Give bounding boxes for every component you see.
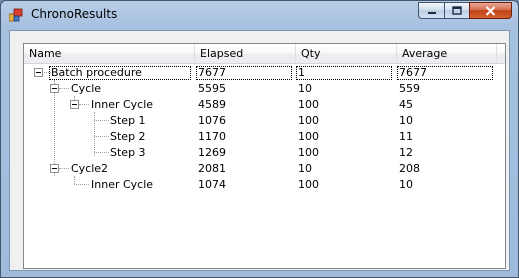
- row-qty: 100: [298, 98, 319, 111]
- row-elapsed: 5595: [198, 82, 226, 95]
- tree-row[interactable]: Inner Cycle 4589 100 45: [24, 97, 505, 113]
- row-name: Step 3: [110, 146, 146, 159]
- caption-buttons: [418, 2, 512, 20]
- row-elapsed: 2081: [198, 162, 226, 175]
- minimize-icon: [427, 11, 436, 14]
- app-icon: [9, 8, 23, 22]
- app-window: ChronoResults Name Elapsed Qty Average B…: [0, 0, 519, 278]
- column-header-elapsed[interactable]: Elapsed: [195, 44, 296, 63]
- row-average: 10: [399, 178, 413, 191]
- row-average: 208: [399, 162, 420, 175]
- focus-rect: [296, 66, 392, 80]
- row-qty: 10: [298, 162, 312, 175]
- column-header-qty[interactable]: Qty: [296, 44, 397, 63]
- row-name: Batch procedure: [51, 66, 142, 79]
- row-elapsed: 1076: [198, 114, 226, 127]
- column-header-average[interactable]: Average: [397, 44, 497, 63]
- row-qty: 100: [298, 114, 319, 127]
- row-elapsed: 1269: [198, 146, 226, 159]
- collapse-icon[interactable]: [50, 164, 59, 173]
- row-qty: 10: [298, 82, 312, 95]
- window-title: ChronoResults: [31, 7, 118, 21]
- row-name: Cycle: [71, 82, 102, 95]
- row-average: 12: [399, 146, 413, 159]
- row-name: Step 1: [110, 114, 146, 127]
- row-elapsed: 1074: [198, 178, 226, 191]
- tree-row[interactable]: Batch procedure 7677 1 7677: [24, 65, 505, 81]
- tree-row[interactable]: Step 1 1076 100 10: [24, 113, 505, 129]
- tree-row[interactable]: Cycle2 2081 10 208: [24, 161, 505, 177]
- maximize-icon: [452, 5, 462, 15]
- minimize-button[interactable]: [418, 2, 444, 19]
- row-average: 10: [399, 114, 413, 127]
- collapse-icon[interactable]: [34, 68, 43, 77]
- title-bar[interactable]: ChronoResults: [1, 1, 518, 29]
- row-name: Inner Cycle: [91, 178, 154, 191]
- tree-row[interactable]: Inner Cycle 1074 100 10: [24, 177, 505, 193]
- tree-row[interactable]: Cycle 5595 10 559: [24, 81, 505, 97]
- close-button[interactable]: [469, 2, 512, 19]
- collapse-icon[interactable]: [50, 84, 59, 93]
- row-qty: 100: [298, 178, 319, 191]
- row-average: 11: [399, 130, 413, 143]
- row-average: 559: [399, 82, 420, 95]
- row-qty: 1: [298, 66, 305, 79]
- collapse-icon[interactable]: [70, 100, 79, 109]
- row-elapsed: 1170: [198, 130, 226, 143]
- results-tree-list[interactable]: Name Elapsed Qty Average Batch procedure…: [23, 43, 506, 269]
- tree-row[interactable]: Step 2 1170 100 11: [24, 129, 505, 145]
- row-name: Cycle2: [71, 162, 109, 175]
- close-icon: [485, 5, 496, 16]
- row-average: 7677: [399, 66, 427, 79]
- row-average: 45: [399, 98, 413, 111]
- row-name: Inner Cycle: [91, 98, 154, 111]
- tree-row[interactable]: Step 3 1269 100 12: [24, 145, 505, 161]
- client-area: Name Elapsed Qty Average Batch procedure…: [9, 30, 510, 271]
- row-elapsed: 4589: [198, 98, 226, 111]
- row-elapsed: 7677: [198, 66, 226, 79]
- column-header: Name Elapsed Qty Average: [24, 44, 505, 64]
- row-name: Step 2: [110, 130, 146, 143]
- row-qty: 100: [298, 146, 319, 159]
- maximize-button[interactable]: [444, 2, 469, 19]
- column-header-name[interactable]: Name: [24, 44, 195, 63]
- row-qty: 100: [298, 130, 319, 143]
